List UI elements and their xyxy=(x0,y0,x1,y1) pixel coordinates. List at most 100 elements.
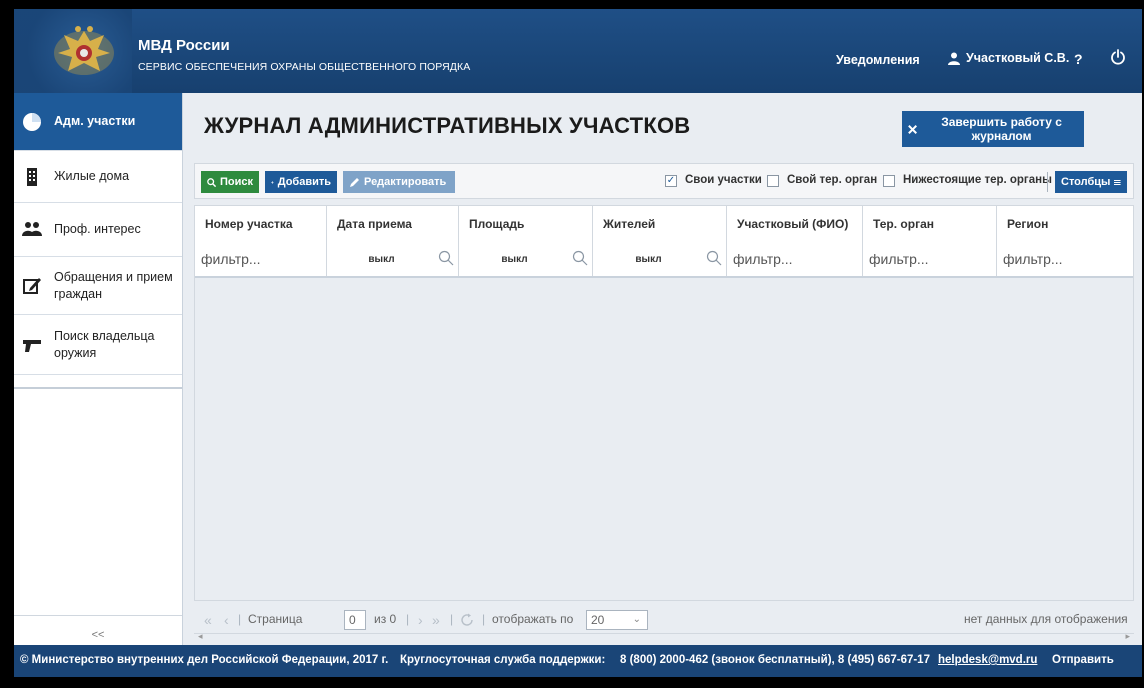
plus-icon xyxy=(271,180,274,184)
sidebar: Адм. участки Жилые дома Проф. интерес Об… xyxy=(14,93,183,653)
eagle-emblem-icon xyxy=(54,26,114,75)
filter-area-input[interactable]: выкл xyxy=(459,242,593,276)
scroll-right-icon[interactable]: ▸ xyxy=(1125,631,1130,642)
page-label: Страница xyxy=(248,612,303,626)
filter-placeholder: фильтр... xyxy=(1003,251,1063,267)
pager-divider: | xyxy=(406,612,410,626)
toolbar-divider xyxy=(1047,172,1048,192)
finish-journal-label: Завершить работу с журналом xyxy=(941,115,1062,143)
own-sections-label: Свои участки xyxy=(685,174,762,186)
sidebar-item-label: Поиск владельца оружия xyxy=(54,328,155,360)
close-icon xyxy=(908,124,918,134)
filter-officer-input[interactable]: фильтр... xyxy=(727,242,863,276)
power-icon[interactable] xyxy=(1110,49,1126,65)
page-size-value: 20 xyxy=(591,613,605,627)
columns-button[interactable]: Столбцы xyxy=(1055,171,1127,193)
column-header-number[interactable]: Номер участка xyxy=(195,206,327,242)
empty-message: нет данных для отображения xyxy=(964,612,1128,626)
footer: © Министерство внутренних дел Российской… xyxy=(14,645,1142,677)
building-icon xyxy=(27,167,37,186)
footer-copyright: © Министерство внутренних дел Российской… xyxy=(20,654,389,666)
horizontal-scrollbar[interactable]: ◂ ▸ xyxy=(194,631,1134,644)
search-icon[interactable] xyxy=(572,250,588,266)
grid-header-row: Номер участка Дата приема Площадь Жителе… xyxy=(195,206,1133,243)
sidebar-item-adm-sections[interactable]: Адм. участки xyxy=(14,93,182,151)
filter-placeholder: фильтр... xyxy=(201,251,261,267)
next-page-button[interactable]: › xyxy=(418,612,423,628)
footer-send-link[interactable]: Отправить xyxy=(1052,654,1114,666)
search-button[interactable]: Поиск xyxy=(201,171,259,193)
brand-title: МВД России xyxy=(138,37,230,54)
users-icon xyxy=(22,221,42,236)
column-header-region[interactable]: Регион xyxy=(997,206,1133,242)
sidebar-item-houses[interactable]: Жилые дома xyxy=(14,151,182,203)
footer-email-link[interactable]: helpdesk@mvd.ru xyxy=(938,654,1037,666)
column-header-area[interactable]: Площадь xyxy=(459,206,593,242)
grid-toolbar: Поиск Добавить Редактировать ✓ Свои учас… xyxy=(194,163,1134,199)
pie-chart-icon xyxy=(23,112,41,131)
filter-number-input[interactable]: фильтр... xyxy=(195,242,327,276)
page-title: ЖУРНАЛ АДМИНИСТРАТИВНЫХ УЧАСТКОВ xyxy=(204,113,691,138)
pager-divider: | xyxy=(450,612,454,626)
sidebar-item-prof-interest[interactable]: Проф. интерес xyxy=(14,203,182,257)
pistol-icon xyxy=(23,339,41,352)
page-size-label: отображать по xyxy=(492,612,574,626)
pager-divider: | xyxy=(482,612,486,626)
column-header-officer[interactable]: Участковый (ФИО) xyxy=(727,206,863,242)
filter-placeholder: фильтр... xyxy=(733,251,793,267)
filter-placeholder: фильтр... xyxy=(869,251,929,267)
prev-page-button[interactable]: ‹ xyxy=(224,612,229,628)
brand-subtitle: СЕРВИС ОБЕСПЕЧЕНИЯ ОХРАНЫ ОБЩЕСТВЕННОГО … xyxy=(138,61,471,73)
search-button-label: Поиск xyxy=(219,176,253,188)
grid-filter-row: фильтр... выкл выкл выкл фильтр... фильт… xyxy=(195,242,1133,278)
filter-residents-input[interactable]: выкл xyxy=(593,242,727,276)
edit-button-label: Редактировать xyxy=(364,176,447,188)
sidebar-item-label: Проф. интерес xyxy=(54,222,141,236)
edit-icon xyxy=(23,277,41,294)
sidebar-divider xyxy=(14,387,182,389)
scroll-left-icon[interactable]: ◂ xyxy=(198,631,203,642)
notifications-link[interactable]: Уведомления xyxy=(836,53,920,67)
page-number-input[interactable]: 0 xyxy=(344,610,366,630)
app-window: МВД России СЕРВИС ОБЕСПЕЧЕНИЯ ОХРАНЫ ОБЩ… xyxy=(14,9,1142,677)
pager-divider: | xyxy=(238,612,242,626)
page-size-select[interactable]: 20 ⌄ xyxy=(586,610,648,630)
lower-orgs-checkbox[interactable] xyxy=(883,175,895,187)
column-header-residents[interactable]: Жителей xyxy=(593,206,727,242)
footer-support-label: Круглосуточная служба поддержки: xyxy=(400,654,606,666)
top-header: МВД России СЕРВИС ОБЕСПЕЧЕНИЯ ОХРАНЫ ОБЩ… xyxy=(14,9,1142,93)
own-org-checkbox[interactable] xyxy=(767,175,779,187)
sections-grid: Номер участка Дата приема Площадь Жителе… xyxy=(194,205,1134,601)
column-header-date[interactable]: Дата приема xyxy=(327,206,459,242)
finish-journal-button[interactable]: Завершить работу с журналом xyxy=(902,111,1084,147)
last-page-button[interactable]: » xyxy=(432,612,440,628)
chevron-down-icon: ⌄ xyxy=(632,614,641,625)
help-button[interactable]: ? xyxy=(1074,51,1083,67)
add-button[interactable]: Добавить xyxy=(265,171,337,193)
search-icon xyxy=(207,177,216,187)
user-name: Участковый С.В. xyxy=(966,51,1070,65)
refresh-icon[interactable] xyxy=(460,613,474,627)
filter-region-input[interactable]: фильтр... xyxy=(997,242,1133,276)
own-sections-checkbox[interactable]: ✓ xyxy=(665,175,677,187)
search-icon[interactable] xyxy=(706,250,722,266)
edit-button[interactable]: Редактировать xyxy=(343,171,455,193)
add-button-label: Добавить xyxy=(277,176,331,188)
first-page-button[interactable]: « xyxy=(204,612,212,628)
menu-icon xyxy=(1114,179,1121,185)
sidebar-item-weapon-owner[interactable]: Поиск владельца оружия xyxy=(14,315,182,375)
page-count: из 0 xyxy=(374,612,397,626)
sidebar-item-label: Жилые дома xyxy=(54,169,130,183)
filter-date-input[interactable]: выкл xyxy=(327,242,459,276)
user-icon xyxy=(948,52,960,65)
pencil-icon xyxy=(350,177,359,187)
user-menu[interactable]: Участковый С.В. xyxy=(948,51,1069,65)
own-org-label: Свой тер. орган xyxy=(787,174,878,186)
sidebar-item-appeals[interactable]: Обращения и прием граждан xyxy=(14,257,182,315)
footer-phones: 8 (800) 2000-462 (звонок бесплатный), 8 … xyxy=(620,654,930,666)
lower-orgs-label: Нижестоящие тер. органы xyxy=(903,174,1052,186)
search-icon[interactable] xyxy=(438,250,454,266)
column-header-org[interactable]: Тер. орган xyxy=(863,206,997,242)
filter-org-input[interactable]: фильтр... xyxy=(863,242,997,276)
sidebar-item-label: Адм. участки xyxy=(54,114,136,128)
